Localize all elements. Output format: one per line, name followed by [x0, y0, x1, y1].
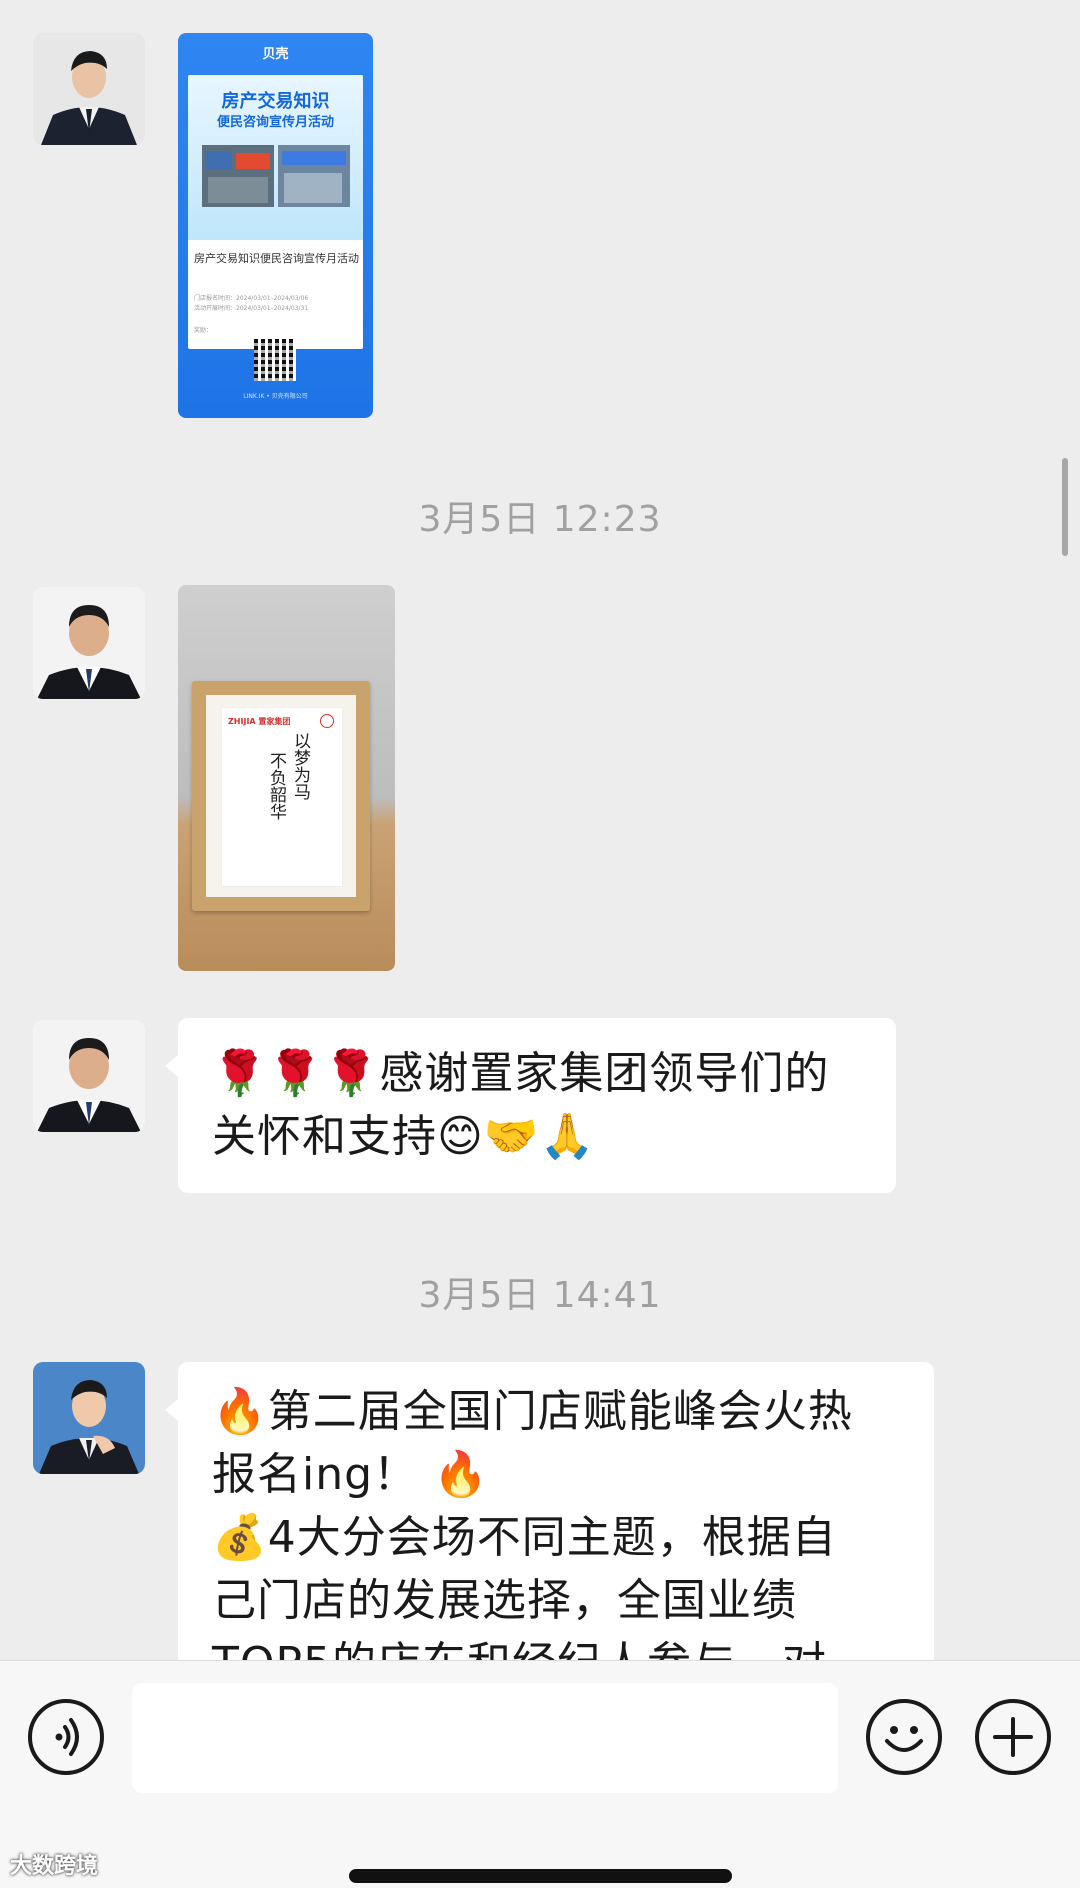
- poster-subtitle: 便民咨询宣传月活动: [216, 115, 334, 130]
- timestamp: 3月5日 14:41: [418, 1275, 662, 1316]
- timestamp: 3月5日 12:23: [418, 499, 662, 540]
- poster-description: 房产交易知识便民咨询宣传月活动: [194, 252, 359, 265]
- avatar[interactable]: [33, 1362, 145, 1474]
- paper-brand: ZHIJIA 置家集团: [228, 717, 291, 726]
- plus-button[interactable]: [975, 1699, 1051, 1775]
- text-message-bubble[interactable]: 🌹🌹🌹感谢置家集团领导们的 关怀和支持😊🤝🙏: [165, 1018, 896, 1193]
- framed-calligraphy-photo[interactable]: ZHIJIA 置家集团 以梦为马 不负韶华: [178, 585, 395, 971]
- calligraphy-line-1: 以梦为马: [290, 732, 310, 800]
- chat-input-bar: [0, 1660, 1080, 1888]
- avatar[interactable]: [33, 1020, 145, 1132]
- message-text: 🔥第二届全国门店赋能峰会火热 报名ing！ 🔥 💰4大分会场不同主题，根据自 己…: [212, 1386, 853, 1660]
- calligraphy-paper: ZHIJIA 置家集团 以梦为马 不负韶华: [221, 707, 343, 887]
- chat-message-list[interactable]: 贝壳 房产交易知识 便民咨询宣传月活动 房产交易知识便民咨询宣传月活动 门店报名…: [0, 0, 1080, 1660]
- avatar[interactable]: [33, 33, 145, 145]
- photo-frame: ZHIJIA 置家集团 以梦为马 不负韶华: [192, 681, 370, 911]
- frame-mat: ZHIJIA 置家集团 以梦为马 不负韶华: [206, 695, 356, 897]
- poster-meta-period: 活动开展时间：2024/03/01–2024/03/31: [194, 305, 309, 312]
- poster-event-photos: [202, 145, 350, 207]
- poster-content: 房产交易知识 便民咨询宣传月活动 房产交易知识便民咨询宣传月活动 门店报名时间：…: [188, 75, 363, 349]
- poster-title: 房产交易知识: [221, 91, 330, 112]
- poster-brand: 贝壳: [262, 47, 289, 62]
- poster-image-card[interactable]: 贝壳 房产交易知识 便民咨询宣传月活动 房产交易知识便民咨询宣传月活动 门店报名…: [178, 33, 373, 418]
- voice-button[interactable]: [28, 1699, 104, 1775]
- message-row: 贝壳 房产交易知识 便民咨询宣传月活动 房产交易知识便民咨询宣传月活动 门店报名…: [0, 0, 1080, 430]
- text-message-bubble[interactable]: 🔥第二届全国门店赋能峰会火热 报名ing！ 🔥 💰4大分会场不同主题，根据自 己…: [165, 1362, 934, 1660]
- seal-stamp: [320, 714, 334, 728]
- message-input[interactable]: [132, 1683, 838, 1793]
- plus-icon: [993, 1717, 1033, 1757]
- message-row: 🌹🌹🌹感谢置家集团领导们的 关怀和支持😊🤝🙏: [0, 1018, 1080, 1193]
- poster-meta-signup: 门店报名时间：2024/03/01–2024/03/06: [194, 295, 309, 302]
- watermark: 大数跨境: [10, 1854, 99, 1879]
- avatar[interactable]: [33, 587, 145, 699]
- message-row: 🔥第二届全国门店赋能峰会火热 报名ing！ 🔥 💰4大分会场不同主题，根据自 己…: [0, 1362, 1080, 1660]
- emoji-icon: [885, 1726, 923, 1752]
- message-row: ZHIJIA 置家集团 以梦为马 不负韶华: [0, 585, 1080, 971]
- poster-meta-reward: 奖励：: [194, 327, 213, 334]
- poster-header: 房产交易知识 便民咨询宣传月活动: [188, 75, 363, 240]
- voice-icon: [55, 1718, 79, 1756]
- home-indicator[interactable]: [349, 1869, 732, 1883]
- scrollbar[interactable]: [1062, 458, 1068, 556]
- qr-code-pattern: [254, 339, 296, 381]
- calligraphy-line-2: 不负韶华: [266, 752, 286, 820]
- message-text: 🌹🌹🌹感谢置家集团领导们的 关怀和支持😊🤝🙏: [212, 1048, 830, 1162]
- poster-footer: LINK.IK • 贝壳有限公司: [243, 393, 308, 400]
- emoji-button[interactable]: [866, 1699, 942, 1775]
